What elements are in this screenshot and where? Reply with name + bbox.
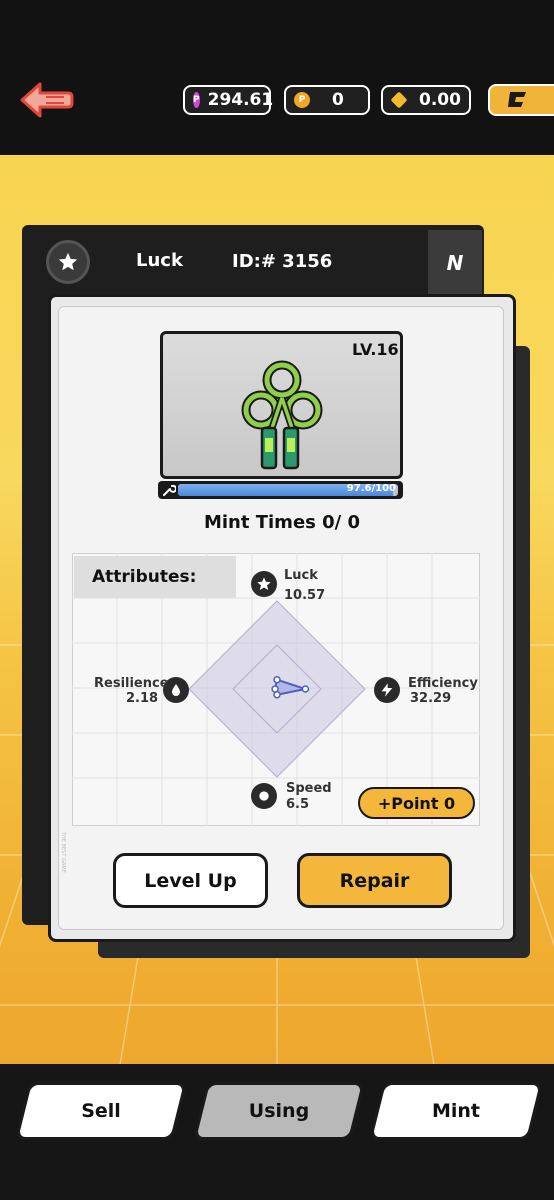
tab-sell[interactable]: Sell (14, 1082, 188, 1140)
efficiency-icon (374, 677, 400, 703)
speed-value: 6.5 (286, 797, 310, 812)
tab-mint-label: Mint (431, 1100, 481, 1122)
tab-mint[interactable]: Mint (368, 1082, 544, 1140)
level-up-button[interactable]: Level Up (113, 853, 268, 908)
watermark-text: THE BEST GAME (60, 832, 66, 873)
radar-point-luck (273, 675, 281, 684)
resilience-value: 2.18 (126, 691, 159, 706)
luck-value: 10.57 (284, 588, 326, 603)
radar-chart (188, 600, 366, 778)
add-point-button[interactable]: +Point 0 (358, 787, 475, 819)
efficiency-label: Efficiency (408, 676, 478, 691)
efficiency-value: 32.29 (410, 691, 452, 706)
speed-label: Speed (286, 781, 332, 796)
luck-label: Luck (284, 568, 318, 583)
tab-using[interactable]: Using (192, 1082, 366, 1140)
luck-icon (251, 571, 277, 597)
tab-using-label: Using (248, 1100, 310, 1122)
tab-sell-label: Sell (81, 1100, 121, 1122)
speed-icon (251, 783, 277, 809)
radar-point-efficiency (301, 685, 310, 693)
radar-point-resilience (271, 685, 279, 693)
resilience-label: Resilience (94, 676, 169, 691)
repair-button[interactable]: Repair (297, 853, 452, 908)
